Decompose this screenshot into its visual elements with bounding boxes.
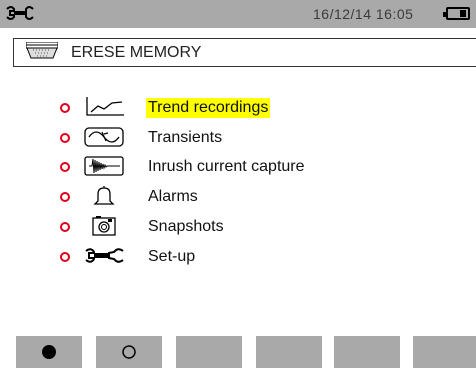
softkey-3[interactable] bbox=[176, 336, 242, 368]
menu-item-label: Inrush current capture bbox=[148, 158, 305, 175]
bullet-icon bbox=[60, 162, 70, 172]
softkey-6[interactable] bbox=[413, 336, 476, 368]
wrench-icon[interactable] bbox=[6, 5, 34, 26]
filled-circle-icon bbox=[42, 345, 56, 359]
trend-icon bbox=[84, 94, 126, 120]
status-bar: 16/12/14 16:05 bbox=[0, 0, 476, 28]
menu-item-transients[interactable]: Transients bbox=[60, 124, 400, 154]
menu-item-set-up[interactable]: Set-up bbox=[60, 243, 400, 273]
page-title: ERESE MEMORY bbox=[71, 44, 202, 61]
menu-item-alarms[interactable]: Alarms bbox=[60, 183, 400, 213]
bullet-icon bbox=[60, 222, 70, 232]
menu-item-label: Snapshots bbox=[148, 218, 224, 235]
empty-circle-icon bbox=[122, 345, 136, 359]
title-bar: ERESE MEMORY bbox=[13, 38, 476, 67]
menu-item-inrush-current-capture[interactable]: Inrush current capture bbox=[60, 153, 400, 183]
menu-item-label: Alarms bbox=[148, 188, 198, 205]
softkey-2[interactable] bbox=[96, 336, 162, 368]
wrench-icon bbox=[84, 243, 126, 269]
transients-icon bbox=[84, 124, 126, 150]
bullet-icon bbox=[60, 133, 70, 143]
softkey-5[interactable] bbox=[334, 336, 400, 368]
menu-item-snapshots[interactable]: Snapshots bbox=[60, 213, 400, 243]
datetime: 16/12/14 16:05 bbox=[313, 6, 414, 22]
alarm-bell-icon bbox=[84, 183, 126, 209]
menu-item-label: Set-up bbox=[148, 248, 196, 265]
softkey-4[interactable] bbox=[256, 336, 322, 368]
menu-item-label: Trend recordings bbox=[146, 98, 271, 118]
inrush-icon bbox=[84, 153, 126, 179]
camera-icon bbox=[84, 213, 126, 239]
bullet-icon bbox=[60, 252, 70, 262]
bullet-icon bbox=[60, 103, 70, 113]
softkey-1[interactable] bbox=[16, 336, 82, 368]
erase-memory-icon bbox=[25, 41, 59, 65]
bullet-icon bbox=[60, 192, 70, 202]
menu-item-trend-recordings[interactable]: Trend recordings bbox=[60, 94, 400, 124]
battery-icon bbox=[443, 7, 470, 20]
menu-item-label: Transients bbox=[148, 129, 223, 146]
